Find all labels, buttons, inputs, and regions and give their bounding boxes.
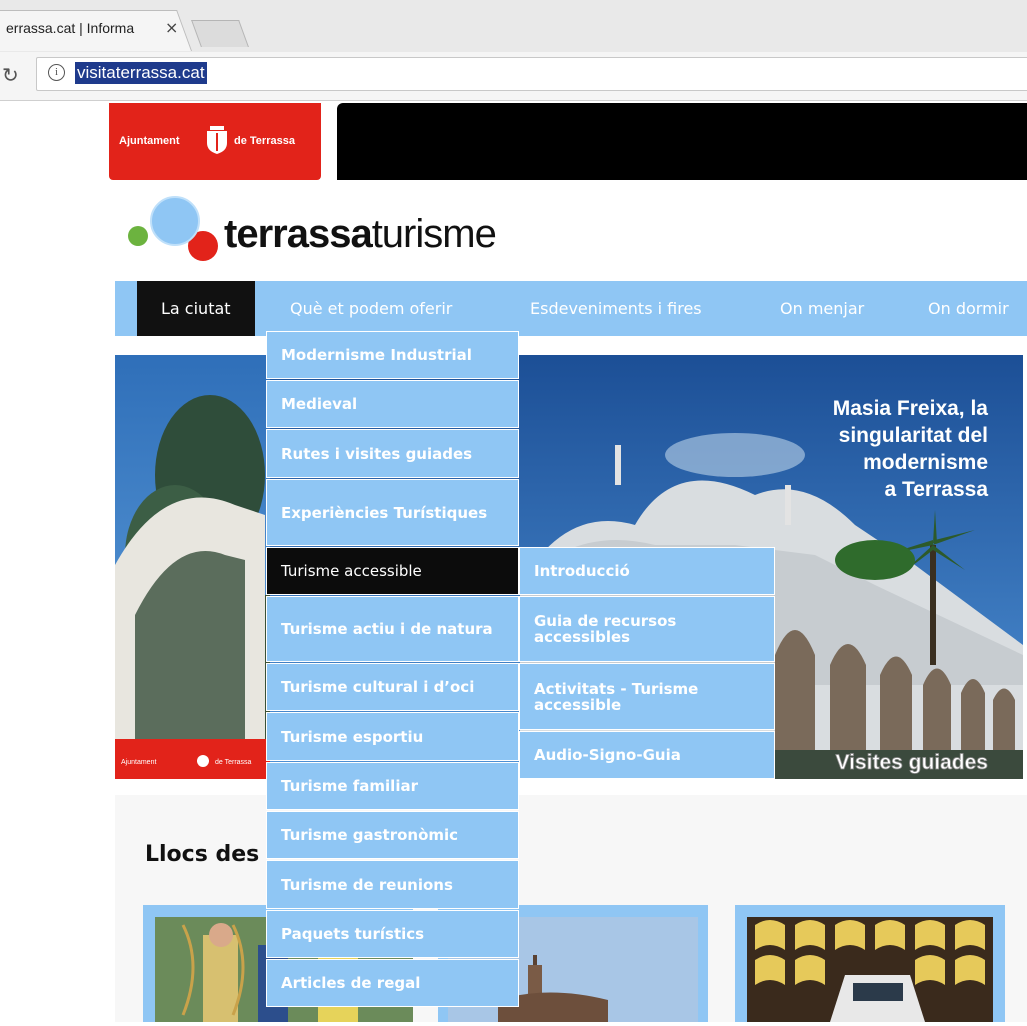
hero-headline-line-4: a Terrassa (884, 478, 988, 501)
nav-item-on-dormir[interactable]: On dormir (928, 281, 1009, 336)
header-black-bar (337, 103, 1027, 180)
nav-item-que-et-podem-oferir[interactable]: Què et podem oferir (290, 281, 452, 336)
submenu-item-introduccio[interactable]: Introducció (519, 547, 775, 595)
destination-card-3[interactable] (735, 905, 1005, 1022)
nav-item-on-menjar[interactable]: On menjar (780, 281, 864, 336)
ajuntament-label: Ajuntament (119, 135, 180, 147)
section-title: Llocs des (145, 842, 260, 867)
submenu-item-audio-signo-guia[interactable]: Audio-Signo-Guia (519, 731, 775, 779)
hero-headline-line-3: modernisme (863, 451, 988, 474)
hero-caption: Visites guiades (835, 751, 988, 774)
hero-headline-line-2: singularitat del (839, 424, 988, 447)
new-tab-button[interactable] (191, 20, 249, 47)
logo-wordmark[interactable]: terrassaturisme (224, 212, 497, 257)
menu-item-turisme-esportiu[interactable]: Turisme esportiu (266, 712, 519, 761)
submenu-item-guia-recursos[interactable]: Guia de recursos accessibles (519, 596, 775, 662)
shield-icon (197, 755, 209, 767)
submenu-item-activitats[interactable]: Activitats - Turisme accessible (519, 663, 775, 730)
menu-item-paquets-turistics[interactable]: Paquets turístics (266, 910, 519, 958)
ajuntament-label-right: de Terrassa (234, 135, 295, 147)
menu-item-turisme-cultural[interactable]: Turisme cultural i d’oci (266, 663, 519, 711)
url-text[interactable]: visitaterrassa.cat (75, 62, 207, 84)
hero-headline-line-1: Masia Freixa, la (833, 397, 989, 420)
hero-badge-left: Ajuntament (121, 759, 156, 766)
menu-item-experiencies[interactable]: Experiències Turístiques (266, 479, 519, 546)
info-icon[interactable]: i (48, 64, 65, 81)
ajuntament-logo[interactable]: Ajuntament de Terrassa (109, 103, 321, 180)
menu-item-articles-regal[interactable]: Articles de regal (266, 959, 519, 1007)
menu-item-turisme-familiar[interactable]: Turisme familiar (266, 762, 519, 810)
menu-item-turisme-reunions[interactable]: Turisme de reunions (266, 860, 519, 909)
reload-icon[interactable]: ↻ (2, 63, 19, 87)
nav-item-esdeveniments[interactable]: Esdeveniments i fires (530, 281, 702, 336)
nav-item-la-ciutat[interactable]: La ciutat (137, 281, 255, 336)
menu-item-turisme-actiu[interactable]: Turisme actiu i de natura (266, 596, 519, 662)
menu-item-rutes[interactable]: Rutes i visites guiades (266, 429, 519, 478)
shield-icon (207, 126, 227, 154)
logo-bold: terrassa (224, 212, 373, 256)
menu-item-turisme-gastronomic[interactable]: Turisme gastronòmic (266, 811, 519, 859)
logo-light: turisme (371, 212, 497, 256)
hero-badge-right: de Terrassa (215, 759, 252, 766)
browser-tab-title[interactable]: errassa.cat | Informa (6, 20, 156, 36)
menu-item-medieval[interactable]: Medieval (266, 380, 519, 428)
menu-item-turisme-accessible[interactable]: Turisme accessible (266, 547, 519, 595)
card-image-3 (747, 917, 993, 1022)
close-icon[interactable]: × (165, 18, 178, 37)
menu-item-modernisme-industrial[interactable]: Modernisme Industrial (266, 331, 519, 379)
